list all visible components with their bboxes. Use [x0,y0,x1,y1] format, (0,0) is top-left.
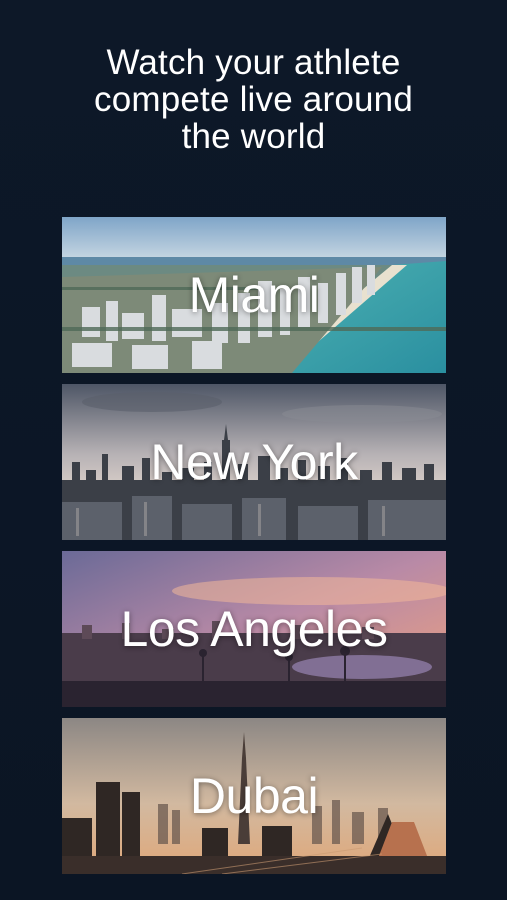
headline: Watch your athlete compete live around t… [0,44,507,155]
city-card-los-angeles[interactable]: Los Angeles [62,551,446,707]
city-label-miami: Miami [188,267,320,323]
headline-line-2: compete live around [94,80,413,119]
headline-line-3: the world [181,117,326,156]
headline-line-1: Watch your athlete [106,43,401,82]
city-card-miami[interactable]: Miami [62,217,446,373]
city-card-new-york[interactable]: New York [62,384,446,540]
city-label-los-angeles: Los Angeles [120,601,388,657]
city-label-dubai: Dubai [189,768,319,824]
city-label-new-york: New York [150,434,358,490]
city-selection-screen: Watch your athlete compete live around t… [0,0,507,900]
city-card-dubai[interactable]: Dubai [62,718,446,874]
